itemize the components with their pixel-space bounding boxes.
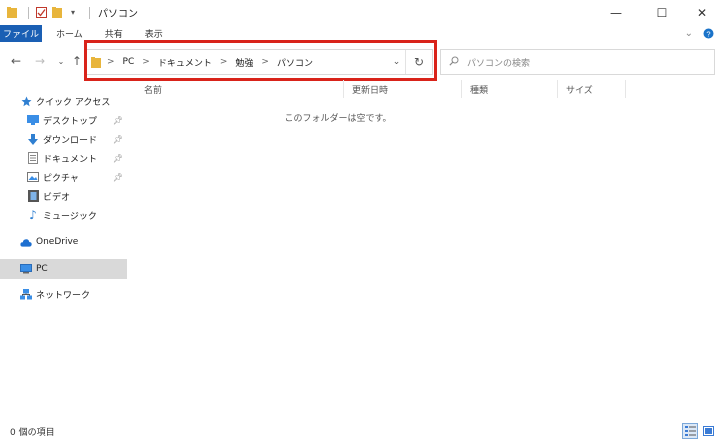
picture-icon (27, 171, 39, 183)
breadcrumb-pasokon[interactable]: パソコン (277, 56, 313, 69)
sidebar-item-label: ビデオ (43, 192, 71, 203)
sidebar-item-onedrive[interactable]: OneDrive (0, 232, 127, 252)
sidebar-item-pc[interactable]: PC (0, 259, 127, 279)
network-icon (20, 288, 32, 300)
toolbar-divider (89, 6, 90, 19)
help-icon[interactable]: ? (703, 28, 714, 39)
star-icon (20, 95, 32, 107)
breadcrumb-documents[interactable]: ドキュメント (158, 56, 212, 69)
sidebar-item-pictures[interactable]: ピクチャ 📌︎ (0, 167, 127, 187)
column-header-type[interactable]: 種類 (462, 80, 558, 98)
file-list: 名前 更新日時 種類 サイズ このフォルダーは空です。 (128, 80, 720, 420)
recent-locations-icon[interactable]: ⌄ (53, 54, 69, 68)
music-icon: ♪ (29, 208, 37, 222)
forward-arrow-icon[interactable]: → (32, 54, 48, 68)
sidebar-item-label: PC (36, 264, 48, 274)
sidebar-item-videos[interactable]: ビデオ (0, 186, 127, 206)
quick-access-toolbar: ▾ パソコン (0, 0, 138, 25)
sidebar-item-documents[interactable]: ドキュメント 📌︎ (0, 148, 127, 168)
breadcrumb-study[interactable]: 勉強 (235, 56, 253, 69)
sidebar-item-network[interactable]: ネットワーク (0, 284, 127, 304)
status-bar: 0 個の項目 (0, 420, 720, 442)
sidebar-item-label: クイック アクセス (36, 97, 111, 108)
column-header-size[interactable]: サイズ (558, 80, 626, 98)
pin-icon[interactable]: 📌︎ (113, 154, 123, 163)
search-placeholder: パソコンの検索 (467, 58, 531, 69)
pc-icon (20, 263, 32, 275)
sidebar-item-label: ミュージック (43, 211, 97, 222)
tab-view[interactable]: 表示 (134, 25, 174, 42)
folder-icon (6, 7, 18, 19)
navigation-pane: クイック アクセス デスクトップ 📌︎ ダウンロード 📌︎ ドキュメント 📌︎ … (0, 88, 128, 418)
svg-text:?: ? (706, 29, 710, 38)
details-view-icon[interactable] (682, 423, 698, 439)
customize-toolbar-icon[interactable]: ▾ (67, 7, 79, 19)
empty-folder-message: このフォルダーは空です。 (284, 114, 392, 124)
sidebar-item-label: ダウンロード (43, 135, 98, 146)
breadcrumb-separator-icon[interactable]: > (261, 57, 269, 67)
refresh-icon[interactable]: ↻ (406, 50, 432, 74)
pin-icon[interactable]: 📌︎ (113, 135, 123, 144)
navigation-bar: ← → ⌄ ↑ > PC > ドキュメント > 勉強 > パソコン ⌄ ↻ パソ… (0, 40, 720, 81)
download-icon (27, 133, 39, 145)
sidebar-item-label: ネットワーク (36, 290, 91, 301)
sidebar-item-quick-access[interactable]: クイック アクセス (0, 91, 127, 111)
new-folder-icon[interactable] (51, 7, 63, 19)
breadcrumb-separator-icon[interactable]: > (107, 57, 115, 67)
folder-icon (91, 56, 101, 68)
search-icon (449, 56, 459, 69)
tab-share[interactable]: 共有 (94, 25, 134, 42)
column-header-name[interactable]: 名前 (136, 80, 344, 98)
window-title: パソコン (98, 9, 138, 20)
up-arrow-icon[interactable]: ↑ (69, 54, 85, 68)
large-icons-view-icon[interactable] (700, 423, 716, 439)
close-button[interactable]: ✕ (682, 0, 720, 25)
pin-icon[interactable]: 📌︎ (113, 173, 123, 182)
address-history-chevron-icon[interactable]: ⌄ (388, 50, 406, 74)
breadcrumb: > PC > ドキュメント > 勉強 > パソコン (86, 50, 388, 74)
expand-ribbon-icon[interactable]: ⌄ (685, 28, 693, 39)
title-bar: ▾ パソコン — ☐ ✕ (0, 0, 720, 25)
sidebar-item-desktop[interactable]: デスクトップ 📌︎ (0, 110, 127, 130)
toolbar-divider (28, 6, 29, 19)
video-icon (27, 190, 39, 202)
pin-icon[interactable]: 📌︎ (113, 116, 123, 125)
tab-file[interactable]: ファイル (0, 25, 42, 42)
sidebar-item-label: デスクトップ (43, 116, 98, 127)
sidebar-item-label: ピクチャ (43, 173, 79, 184)
cloud-icon (20, 236, 32, 248)
document-icon (27, 152, 39, 164)
desktop-icon (27, 114, 39, 126)
column-header-modified[interactable]: 更新日時 (344, 80, 462, 98)
minimize-button[interactable]: — (596, 0, 636, 25)
ribbon-tabs: ファイル ホーム 共有 表示 ⌄ ? (0, 25, 720, 42)
address-bar[interactable]: > PC > ドキュメント > 勉強 > パソコン ⌄ ↻ (85, 49, 433, 75)
breadcrumb-separator-icon[interactable]: > (142, 57, 150, 67)
breadcrumb-pc[interactable]: PC (123, 57, 135, 67)
back-arrow-icon[interactable]: ← (8, 54, 24, 68)
breadcrumb-separator-icon[interactable]: > (220, 57, 228, 67)
sidebar-item-label: ドキュメント (43, 154, 98, 165)
item-count: 0 個の項目 (10, 427, 55, 438)
tab-home[interactable]: ホーム (42, 25, 94, 42)
sidebar-item-label: OneDrive (36, 237, 79, 247)
sidebar-item-music[interactable]: ♪ ミュージック (0, 205, 127, 225)
maximize-button[interactable]: ☐ (642, 0, 682, 25)
sidebar-item-downloads[interactable]: ダウンロード 📌︎ (0, 129, 127, 149)
search-input[interactable]: パソコンの検索 (440, 49, 715, 75)
properties-icon[interactable] (35, 7, 47, 19)
